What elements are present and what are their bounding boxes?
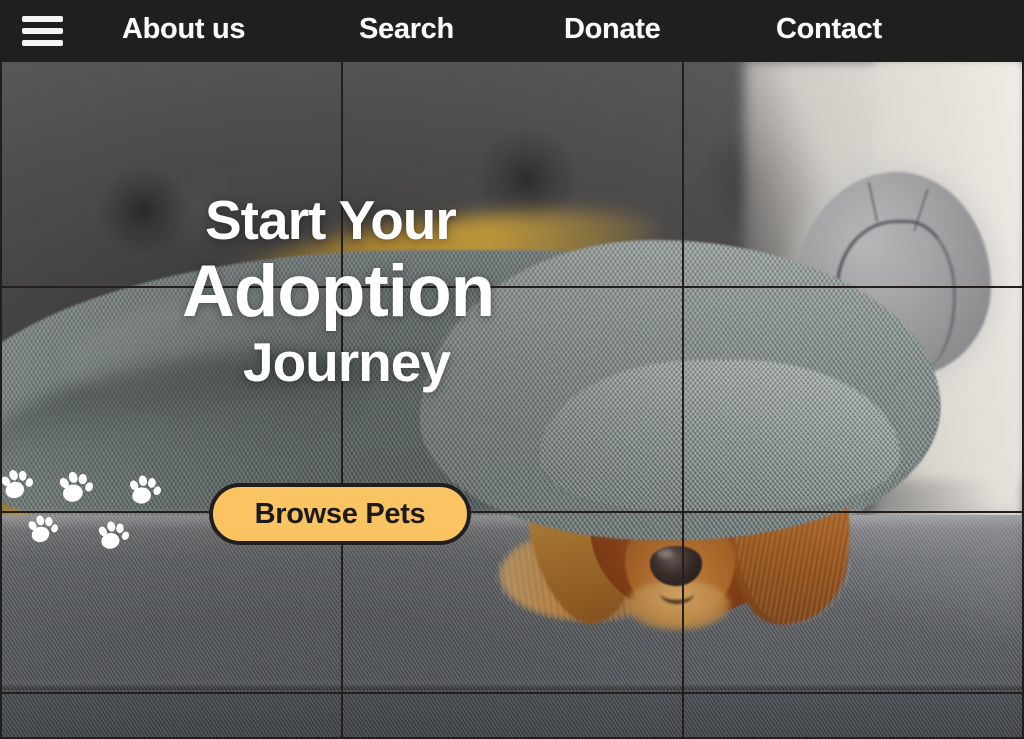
hamburger-menu-icon[interactable] <box>22 16 63 46</box>
browse-pets-button[interactable]: Browse Pets <box>209 483 471 545</box>
nav-item-contact[interactable]: Contact <box>776 13 882 46</box>
nav-item-search[interactable]: Search <box>359 13 454 46</box>
hamburger-bar-1 <box>22 16 63 22</box>
hamburger-bar-3 <box>22 40 63 46</box>
page-root: About us Search Donate Contact Start You… <box>0 0 1024 739</box>
hero-section: Start Your Adoption Journey Browse Pets <box>0 60 1024 739</box>
hamburger-bar-2 <box>22 28 63 34</box>
hero-background-photo <box>0 60 1024 739</box>
nav-item-donate[interactable]: Donate <box>564 13 661 46</box>
photo-dog-mouth <box>660 582 694 604</box>
photo-dog-nose-highlight <box>657 549 673 558</box>
top-navigation-bar: About us Search Donate Contact <box>0 0 1024 60</box>
photo-couch-front-texture <box>0 690 1024 739</box>
nav-item-about-us[interactable]: About us <box>122 13 246 46</box>
